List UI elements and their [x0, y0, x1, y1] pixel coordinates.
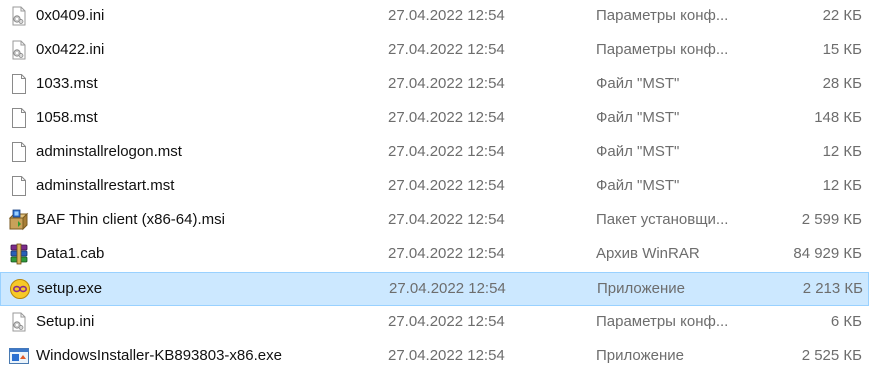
file-type: Приложение — [597, 280, 685, 297]
file-type: Файл "MST" — [596, 177, 680, 194]
installer-exe-icon — [6, 340, 32, 372]
file-type: Параметры конф... — [596, 41, 729, 58]
file-type: Файл "MST" — [596, 143, 680, 160]
blank-file-icon — [6, 170, 32, 202]
file-row[interactable]: Setup.ini 27.04.2022 12:54 Параметры конф.… — [0, 306, 869, 340]
file-date-modified: 27.04.2022 12:54 — [389, 280, 506, 297]
winrar-archive-icon — [6, 238, 32, 270]
file-name: adminstallrestart.mst — [36, 177, 175, 194]
file-name: BAF Thin client (x86-64).msi — [36, 211, 225, 228]
file-type: Файл "MST" — [596, 75, 680, 92]
file-size: 12 КБ — [822, 143, 862, 160]
file-size: 148 КБ — [814, 109, 862, 126]
file-size: 6 КБ — [830, 313, 862, 330]
file-row[interactable]: adminstallrelogon.mst 27.04.2022 12:54 Фай… — [0, 136, 869, 170]
file-date-modified: 27.04.2022 12:54 — [388, 109, 505, 126]
file-type: Параметры конф... — [596, 313, 729, 330]
file-date-modified: 27.04.2022 12:54 — [388, 7, 505, 24]
file-name: WindowsInstaller-KB893803-x86.exe — [36, 347, 282, 364]
file-size: 15 КБ — [822, 41, 862, 58]
ini-file-icon — [6, 0, 32, 32]
blank-file-icon — [6, 136, 32, 168]
file-name: 1058.mst — [36, 109, 98, 126]
file-name: Setup.ini — [36, 313, 95, 330]
blank-file-icon — [6, 68, 32, 100]
file-list: 0x0409.ini 27.04.2022 12:54 Параметры конф… — [0, 0, 869, 376]
file-row[interactable]: BAF Thin client (x86-64).msi 27.04.2022 1… — [0, 204, 869, 238]
file-name: Data1.cab — [36, 245, 105, 262]
file-size: 28 КБ — [822, 75, 862, 92]
file-date-modified: 27.04.2022 12:54 — [388, 75, 505, 92]
file-row[interactable]: Data1.cab 27.04.2022 12:54 Архив WinRAR 84 … — [0, 238, 869, 272]
file-date-modified: 27.04.2022 12:54 — [388, 347, 505, 364]
file-size: 22 КБ — [822, 7, 862, 24]
file-date-modified: 27.04.2022 12:54 — [388, 245, 505, 262]
setup-exe-icon — [7, 273, 33, 305]
file-date-modified: 27.04.2022 12:54 — [388, 41, 505, 58]
file-type: Приложение — [596, 347, 684, 364]
file-type: Пакет установщи... — [596, 211, 729, 228]
file-row[interactable]: setup.exe 27.04.2022 12:54 Приложение 2 213… — [0, 272, 869, 306]
file-name: 1033.mst — [36, 75, 98, 92]
file-name: adminstallrelogon.mst — [36, 143, 182, 160]
file-type: Архив WinRAR — [596, 245, 700, 262]
file-date-modified: 27.04.2022 12:54 — [388, 177, 505, 194]
file-size: 2 525 КБ — [801, 347, 862, 364]
file-date-modified: 27.04.2022 12:54 — [388, 211, 505, 228]
file-date-modified: 27.04.2022 12:54 — [388, 143, 505, 160]
file-date-modified: 27.04.2022 12:54 — [388, 313, 505, 330]
file-type: Параметры конф... — [596, 7, 729, 24]
blank-file-icon — [6, 102, 32, 134]
ini-file-icon — [6, 34, 32, 66]
file-name: setup.exe — [37, 280, 103, 297]
file-row[interactable]: 1058.mst 27.04.2022 12:54 Файл "MST" 148 КБ — [0, 102, 869, 136]
file-size: 12 КБ — [822, 177, 862, 194]
file-row[interactable]: 0x0409.ini 27.04.2022 12:54 Параметры конф… — [0, 0, 869, 34]
ini-file-icon — [6, 306, 32, 338]
file-size: 2 213 КБ — [802, 280, 863, 297]
file-type: Файл "MST" — [596, 109, 680, 126]
file-size: 84 929 КБ — [793, 245, 862, 262]
file-row[interactable]: adminstallrestart.mst 27.04.2022 12:54 Фай… — [0, 170, 869, 204]
file-size: 2 599 КБ — [801, 211, 862, 228]
msi-package-icon — [6, 204, 32, 236]
file-name: 0x0409.ini — [36, 7, 105, 24]
file-row[interactable]: WindowsInstaller-KB893803-x86.exe 27.04.2… — [0, 340, 869, 374]
file-row[interactable]: 1033.mst 27.04.2022 12:54 Файл "MST" 28 КБ — [0, 68, 869, 102]
file-name: 0x0422.ini — [36, 41, 105, 58]
file-row[interactable]: 0x0422.ini 27.04.2022 12:54 Параметры конф… — [0, 34, 869, 68]
